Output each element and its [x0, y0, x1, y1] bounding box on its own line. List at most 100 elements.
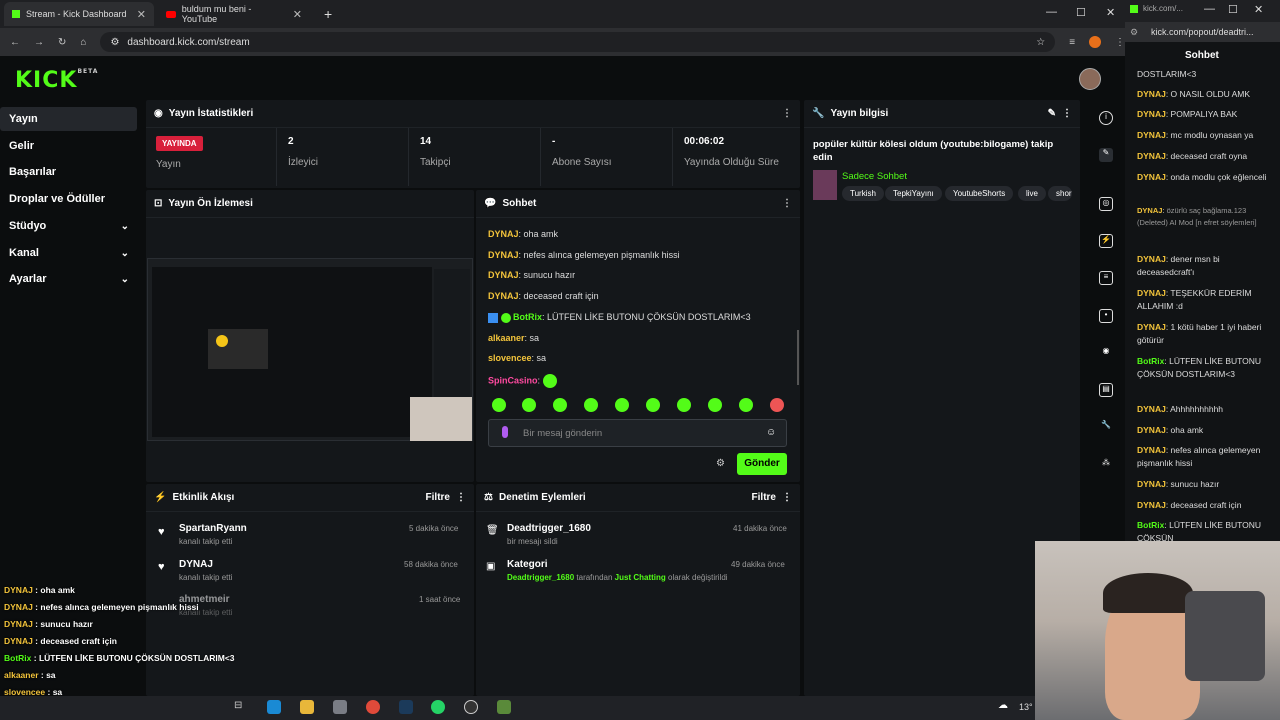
sidebar-item-basarilar[interactable]: Başarılar	[0, 160, 137, 184]
layout-icon[interactable]: ▤	[1099, 383, 1113, 397]
tag-chip[interactable]: Turkish	[842, 186, 884, 201]
reload-icon[interactable]: ↻	[58, 37, 66, 48]
tab-youtube[interactable]: buldum mu beni - YouTube ✕	[158, 2, 310, 26]
chat-username[interactable]: DYNAJ	[1137, 109, 1166, 119]
chat-username[interactable]: DYNAJ	[1137, 322, 1166, 332]
category-link[interactable]: Just Chatting	[615, 573, 666, 582]
microphone-icon[interactable]	[502, 426, 508, 438]
chat-username[interactable]: DYNAJ	[1137, 479, 1166, 489]
emote-icon[interactable]	[646, 398, 660, 412]
chat-username[interactable]: DYNAJ	[1137, 89, 1166, 99]
document-icon[interactable]: ≡	[1099, 271, 1113, 285]
close-window-icon[interactable]: ✕	[1254, 3, 1263, 16]
minimize-icon[interactable]: —	[1204, 3, 1215, 15]
edge-icon[interactable]	[267, 700, 281, 714]
maximize-icon[interactable]: ☐	[1076, 6, 1086, 19]
category-thumbnail[interactable]	[813, 170, 837, 200]
back-icon[interactable]: ←	[10, 37, 20, 48]
sidebar-item-droplar[interactable]: Droplar ve Ödüller	[0, 187, 137, 211]
popout-url-bar[interactable]: kick.com/popout/deadtri...	[1125, 22, 1280, 42]
minecraft-icon[interactable]	[497, 700, 511, 714]
edit-icon[interactable]: ✎	[1048, 108, 1056, 119]
edit-icon[interactable]: ✎	[1099, 148, 1113, 162]
file-explorer-icon[interactable]	[300, 700, 314, 714]
more-options-icon[interactable]: ⋮	[456, 492, 466, 503]
weather-icon[interactable]: ☁	[998, 700, 1008, 711]
emote-icon[interactable]	[492, 398, 506, 412]
preview-icon[interactable]: ◎	[1099, 197, 1113, 211]
broadcast-icon[interactable]: ◉	[1099, 346, 1113, 360]
chat-username[interactable]: BotRix	[1137, 356, 1164, 366]
chat-username[interactable]: DYNAJ	[1137, 288, 1166, 298]
tag-chip[interactable]: YoutubeShorts	[945, 186, 1014, 201]
chat-username[interactable]: DYNAJ	[488, 270, 519, 280]
chat-username[interactable]: DYNAJ	[1137, 151, 1166, 161]
minimize-icon[interactable]: —	[1046, 6, 1057, 18]
chat-bubble-icon[interactable]: •	[1099, 309, 1113, 323]
lightning-icon[interactable]: ⚡	[1099, 234, 1113, 248]
chat-username[interactable]: DYNAJ	[488, 291, 519, 301]
info-icon[interactable]: i	[1099, 111, 1113, 125]
chat-username[interactable]: BotRix	[513, 312, 542, 322]
emote-icon[interactable]	[739, 398, 753, 412]
task-view-icon[interactable]: ⊟	[234, 700, 248, 714]
filter-button[interactable]: Filtre	[426, 492, 450, 503]
new-tab-button[interactable]: +	[316, 2, 340, 26]
sidebar-item-ayarlar[interactable]: Ayarlar ⌄	[0, 267, 137, 291]
chat-username[interactable]: DYNAJ	[1137, 445, 1166, 455]
browser-menu-icon[interactable]: ⋮	[1115, 37, 1125, 48]
kick-logo[interactable]: KICKBETA	[15, 68, 98, 93]
mod-user[interactable]: Deadtrigger_1680	[507, 523, 591, 534]
user-avatar[interactable]	[1079, 68, 1101, 90]
sidebar-item-yayin[interactable]: Yayın	[0, 107, 137, 131]
event-user[interactable]: DYNAJ	[179, 559, 232, 570]
tag-chip[interactable]: TepkiYayını	[885, 186, 942, 201]
site-info-icon[interactable]: ⚙	[110, 37, 119, 48]
apps-icon[interactable]: ⁂	[1099, 458, 1113, 472]
more-options-icon[interactable]: ⋮	[1062, 108, 1072, 119]
chat-username[interactable]: DYNAJ	[1137, 206, 1162, 215]
emote-icon[interactable]	[615, 398, 629, 412]
chat-settings-icon[interactable]: ⚙	[716, 458, 725, 469]
profile-icon[interactable]	[1089, 36, 1101, 48]
event-user[interactable]: SpartanRyann	[179, 523, 247, 534]
tab-kick-dashboard[interactable]: Stream - Kick Dashboard ✕	[4, 2, 154, 26]
forward-icon[interactable]: →	[34, 37, 44, 48]
chat-username[interactable]: DYNAJ	[488, 250, 519, 260]
url-field[interactable]: ⚙ dashboard.kick.com/stream ☆	[100, 32, 1056, 52]
chat-username[interactable]: DYNAJ	[1137, 130, 1166, 140]
chat-username[interactable]: slovencee	[488, 353, 532, 363]
tag-chip[interactable]: live	[1018, 186, 1047, 201]
category-link[interactable]: Sadece Sohbet	[842, 171, 907, 182]
chat-username[interactable]: SpinCasino	[488, 375, 538, 385]
filter-button[interactable]: Filtre	[752, 492, 776, 503]
more-options-icon[interactable]: ⋮	[782, 492, 792, 503]
emote-icon[interactable]	[708, 398, 722, 412]
chat-username[interactable]: DYNAJ	[1137, 425, 1166, 435]
site-info-icon[interactable]: ⚙	[1130, 27, 1138, 38]
more-options-icon[interactable]: ⋮	[782, 198, 792, 209]
chat-username[interactable]: DYNAJ	[488, 229, 519, 239]
close-window-icon[interactable]: ✕	[1106, 6, 1115, 19]
store-icon[interactable]	[333, 700, 347, 714]
chrome-icon[interactable]	[366, 700, 380, 714]
emote-icon[interactable]	[553, 398, 567, 412]
chat-username[interactable]: alkaaner	[488, 333, 525, 343]
more-options-icon[interactable]: ⋮	[782, 108, 792, 119]
tag-chip[interactable]: shor	[1048, 186, 1072, 201]
whatsapp-icon[interactable]	[431, 700, 445, 714]
sidebar-item-gelir[interactable]: Gelir	[0, 134, 137, 158]
obs-icon[interactable]	[464, 700, 478, 714]
chat-username[interactable]: DYNAJ	[1137, 500, 1166, 510]
sidebar-item-kanal[interactable]: Kanal ⌄	[0, 241, 137, 265]
emote-icon[interactable]	[584, 398, 598, 412]
close-tab-icon[interactable]: ✕	[293, 8, 302, 21]
wrench-icon[interactable]: 🔧	[1099, 420, 1113, 434]
chat-username[interactable]: DYNAJ	[1137, 254, 1166, 264]
chat-username[interactable]: DYNAJ	[1137, 404, 1166, 414]
maximize-icon[interactable]: ☐	[1228, 3, 1238, 16]
chat-username[interactable]: DYNAJ	[1137, 172, 1166, 182]
emote-icon[interactable]	[522, 398, 536, 412]
emote-icon[interactable]	[770, 398, 784, 412]
bookmark-star-icon[interactable]: ☆	[1036, 37, 1045, 48]
